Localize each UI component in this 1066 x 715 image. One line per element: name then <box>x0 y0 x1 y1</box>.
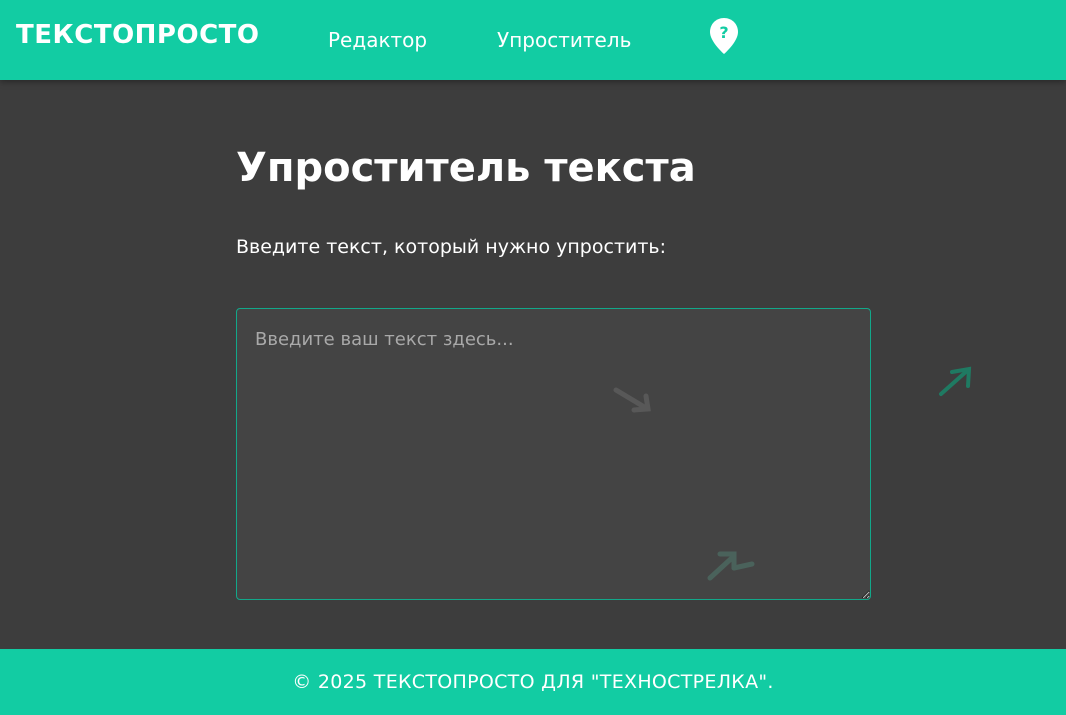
svg-text:?: ? <box>719 23 728 42</box>
nav-link-editor[interactable]: Редактор <box>328 28 427 52</box>
map-pin-question-icon[interactable]: ? <box>709 17 739 55</box>
text-input-area[interactable] <box>236 308 871 600</box>
textarea-label: Введите текст, который нужно упростить: <box>236 236 667 258</box>
footer-copyright: © 2025 ТЕКСТОПРОСТО ДЛЯ "ТЕХНОСТРЕЛКА". <box>292 671 774 693</box>
decorative-arrow-icon <box>939 366 972 396</box>
brand-logo-text[interactable]: ТЕКСТОПРОСТО <box>16 20 260 50</box>
decorative-arrow-icon <box>613 387 651 413</box>
nav-link-simplifier[interactable]: Упроститель <box>497 28 631 52</box>
top-navbar: ТЕКСТОПРОСТО Редактор Упроститель ? <box>0 0 1066 80</box>
decorative-arrow-icon <box>707 551 755 581</box>
page-title: Упроститель текста <box>236 145 696 191</box>
footer: © 2025 ТЕКСТОПРОСТО ДЛЯ "ТЕХНОСТРЕЛКА". <box>0 649 1066 715</box>
